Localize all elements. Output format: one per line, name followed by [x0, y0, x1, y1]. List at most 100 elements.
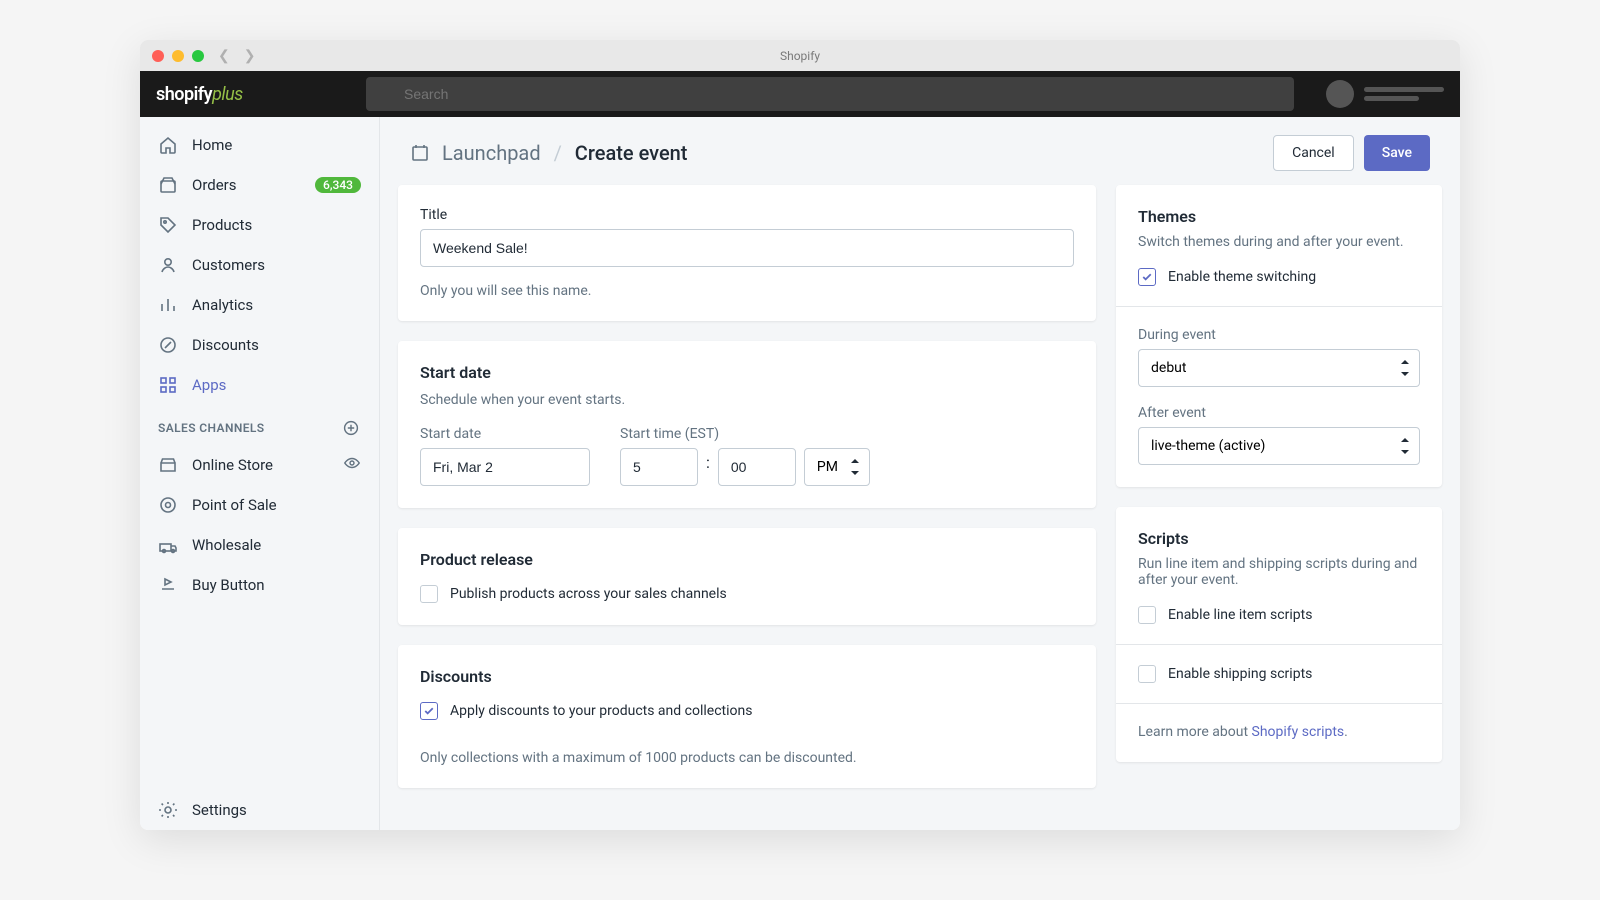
- breadcrumb-current: Create event: [575, 141, 688, 165]
- sidebar-item-home[interactable]: Home: [140, 125, 379, 165]
- publish-products-checkbox[interactable]: [420, 585, 438, 603]
- forward-button[interactable]: ❯: [244, 48, 256, 64]
- wholesale-icon: [158, 535, 178, 555]
- scripts-card: Scripts Run line item and shipping scrip…: [1116, 507, 1442, 762]
- start-time-label: Start time (EST): [620, 426, 870, 442]
- pos-icon: [158, 495, 178, 515]
- themes-card: Themes Switch themes during and after yo…: [1116, 185, 1442, 487]
- enable-shipping-scripts-checkbox[interactable]: [1138, 665, 1156, 683]
- sidebar-item-label: Point of Sale: [192, 496, 277, 514]
- discounts-card: Discounts Apply discounts to your produc…: [398, 645, 1096, 788]
- logo[interactable]: shopifyplus: [156, 84, 366, 105]
- sidebar-item-online-store[interactable]: Online Store: [140, 445, 379, 485]
- user-menu[interactable]: [1308, 80, 1444, 108]
- store-icon: [158, 455, 178, 475]
- main-content: Launchpad / Create event Cancel Save Tit…: [380, 117, 1460, 830]
- search-wrap: [366, 77, 1294, 111]
- themes-heading: Themes: [1138, 207, 1420, 226]
- start-date-sub: Schedule when your event starts.: [420, 392, 1074, 408]
- discounts-icon: [158, 335, 178, 355]
- shopify-scripts-link[interactable]: Shopify scripts: [1252, 724, 1345, 740]
- sidebar-item-label: Home: [192, 136, 232, 154]
- during-event-select[interactable]: debut: [1138, 349, 1420, 387]
- product-release-card: Product release Publish products across …: [398, 528, 1096, 625]
- close-window-button[interactable]: [152, 50, 164, 62]
- start-date-input[interactable]: [420, 448, 590, 486]
- sidebar-item-label: Customers: [192, 256, 265, 274]
- discounts-hint: Only collections with a maximum of 1000 …: [420, 750, 1074, 766]
- apps-icon: [158, 375, 178, 395]
- enable-line-item-scripts-label: Enable line item scripts: [1168, 607, 1312, 623]
- enable-theme-switching-checkbox[interactable]: [1138, 268, 1156, 286]
- sidebar-item-products[interactable]: Products: [140, 205, 379, 245]
- maximize-window-button[interactable]: [192, 50, 204, 62]
- apply-discounts-checkbox[interactable]: [420, 702, 438, 720]
- themes-sub: Switch themes during and after your even…: [1138, 234, 1420, 250]
- product-release-heading: Product release: [420, 550, 1074, 569]
- buy-button-icon: [158, 575, 178, 595]
- sidebar-item-label: Buy Button: [192, 576, 265, 594]
- sidebar-item-apps[interactable]: Apps: [140, 365, 379, 405]
- window-title: Shopify: [780, 49, 820, 63]
- publish-products-label: Publish products across your sales chann…: [450, 586, 727, 602]
- sidebar-item-buy-button[interactable]: Buy Button: [140, 565, 379, 605]
- sidebar-item-label: Wholesale: [192, 536, 261, 554]
- window-controls: [152, 50, 204, 62]
- discounts-heading: Discounts: [420, 667, 1074, 686]
- title-input[interactable]: [420, 229, 1074, 267]
- gear-icon: [158, 800, 178, 820]
- nav-arrows: ❮ ❯: [218, 48, 255, 64]
- ampm-select[interactable]: PM: [804, 448, 870, 486]
- sidebar-item-customers[interactable]: Customers: [140, 245, 379, 285]
- enable-line-item-scripts-checkbox[interactable]: [1138, 606, 1156, 624]
- analytics-icon: [158, 295, 178, 315]
- avatar: [1326, 80, 1354, 108]
- search-input[interactable]: [366, 77, 1294, 111]
- breadcrumb-parent[interactable]: Launchpad: [442, 141, 541, 165]
- launchpad-icon: [410, 142, 432, 164]
- scripts-sub: Run line item and shipping scripts durin…: [1138, 556, 1420, 588]
- breadcrumb: Launchpad / Create event: [442, 141, 687, 165]
- customers-icon: [158, 255, 178, 275]
- scripts-heading: Scripts: [1138, 529, 1420, 548]
- sidebar-item-label: Discounts: [192, 336, 259, 354]
- back-button[interactable]: ❮: [218, 48, 230, 64]
- sidebar-item-pos[interactable]: Point of Sale: [140, 485, 379, 525]
- sidebar-item-label: Analytics: [192, 296, 253, 314]
- app-body: Home Orders 6,343 Products Customers Ana…: [140, 117, 1460, 830]
- enable-shipping-scripts-label: Enable shipping scripts: [1168, 666, 1312, 682]
- start-hour-input[interactable]: [620, 448, 698, 486]
- save-button[interactable]: Save: [1364, 135, 1430, 171]
- minimize-window-button[interactable]: [172, 50, 184, 62]
- orders-icon: [158, 175, 178, 195]
- orders-badge: 6,343: [315, 177, 361, 193]
- title-label: Title: [420, 207, 1074, 223]
- start-date-card: Start date Schedule when your event star…: [398, 341, 1096, 508]
- sidebar-item-wholesale[interactable]: Wholesale: [140, 525, 379, 565]
- during-event-label: During event: [1138, 327, 1420, 343]
- sidebar-item-settings[interactable]: Settings: [140, 790, 379, 830]
- sidebar-item-analytics[interactable]: Analytics: [140, 285, 379, 325]
- sales-channels-header: SALES CHANNELS: [140, 411, 379, 445]
- sidebar-item-discounts[interactable]: Discounts: [140, 325, 379, 365]
- titlebar: ❮ ❯ Shopify: [140, 40, 1460, 71]
- start-minute-input[interactable]: [718, 448, 796, 486]
- start-date-heading: Start date: [420, 363, 1074, 382]
- sidebar-item-label: Apps: [192, 376, 226, 394]
- scripts-learn-more: Learn more about Shopify scripts.: [1138, 724, 1420, 740]
- cancel-button[interactable]: Cancel: [1273, 135, 1354, 171]
- sidebar-item-label: Settings: [192, 801, 247, 819]
- after-event-select[interactable]: live-theme (active): [1138, 427, 1420, 465]
- start-date-label: Start date: [420, 426, 590, 442]
- title-hint: Only you will see this name.: [420, 283, 1074, 299]
- sidebar-item-orders[interactable]: Orders 6,343: [140, 165, 379, 205]
- after-event-label: After event: [1138, 405, 1420, 421]
- view-store-icon[interactable]: [343, 454, 361, 476]
- apply-discounts-label: Apply discounts to your products and col…: [450, 703, 752, 719]
- title-card: Title Only you will see this name.: [398, 185, 1096, 321]
- topbar: shopifyplus: [140, 71, 1460, 117]
- home-icon: [158, 135, 178, 155]
- add-channel-button[interactable]: [341, 418, 361, 438]
- page-header: Launchpad / Create event Cancel Save: [380, 117, 1460, 185]
- app-window: ❮ ❯ Shopify shopifyplus H: [140, 40, 1460, 830]
